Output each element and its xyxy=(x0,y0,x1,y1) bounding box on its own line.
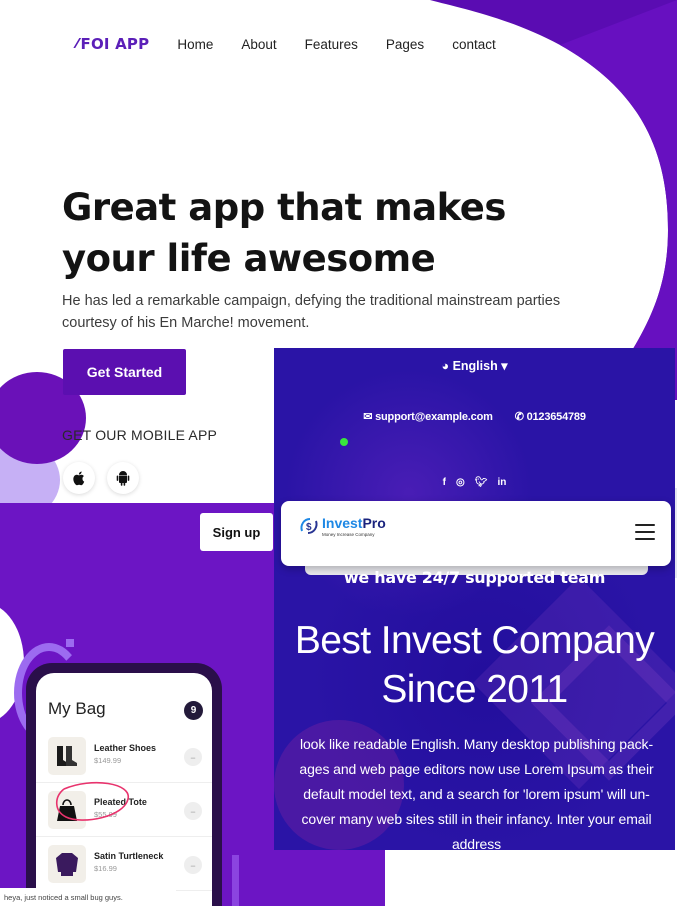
bag-count-badge: 9 xyxy=(184,701,203,720)
apple-store-button[interactable] xyxy=(63,462,95,494)
caret-down-icon: ▾ xyxy=(501,359,508,373)
svg-text:$: $ xyxy=(306,522,312,533)
hero-title: Great app that makes your life awesome xyxy=(62,186,506,280)
android-store-button[interactable] xyxy=(107,462,139,494)
email-text: support@example.com xyxy=(375,411,493,423)
item-name: Satin Turtleneck xyxy=(94,851,164,861)
pink-annotation-circle xyxy=(55,781,129,821)
remove-item-button[interactable]: – xyxy=(184,802,202,820)
nav-features[interactable]: Features xyxy=(305,37,358,52)
globe-icon: ◕ xyxy=(441,359,450,373)
remove-item-button[interactable]: – xyxy=(184,856,202,874)
investpro-logo[interactable]: $ InvestPro Money Increase Company xyxy=(298,515,386,537)
bag-title: My Bag xyxy=(48,699,106,718)
hero-title-line-2: Since 2011 xyxy=(381,668,568,711)
nav-contact[interactable]: contact xyxy=(452,37,496,52)
stripe-decoration xyxy=(232,855,239,906)
hamburger-menu-icon[interactable] xyxy=(635,524,655,540)
phone-link[interactable]: ✆ 0123654789 xyxy=(515,410,586,423)
brand-suffix: Pro xyxy=(362,515,386,531)
support-line: we have 24/7 supported team xyxy=(343,568,606,587)
hero-title-line-1: Best Invest Company xyxy=(294,619,655,662)
investpro-header: $ InvestPro Money Increase Company xyxy=(281,501,671,566)
bag-item[interactable]: Leather Shoes $149.99 – xyxy=(36,729,212,783)
envelope-icon: ✉ xyxy=(363,411,373,423)
nav-pages[interactable]: Pages xyxy=(386,37,424,52)
logo-text: FOI APP xyxy=(80,35,150,53)
social-links: f ◎ 🐦︎ in xyxy=(274,477,675,488)
slash-pattern-icon: ⁄⁄⁄ xyxy=(76,36,78,52)
sweater-icon xyxy=(48,845,86,883)
facebook-icon[interactable]: f xyxy=(443,477,446,488)
item-price: $16.99 xyxy=(94,864,117,873)
nav-about[interactable]: About xyxy=(241,37,276,52)
item-price: $149.99 xyxy=(94,756,122,765)
boots-icon xyxy=(48,737,86,775)
email-link[interactable]: ✉ support@example.com xyxy=(363,410,493,423)
hero-title: Best Invest Company Since 2011 xyxy=(274,616,675,714)
phone-icon: ✆ xyxy=(514,411,524,423)
apple-icon xyxy=(73,471,85,486)
mobile-app-label: GET OUR MOBILE APP xyxy=(62,427,218,443)
remove-item-button[interactable]: – xyxy=(184,748,202,766)
brand-prefix: Invest xyxy=(322,515,363,531)
hero-subtitle: He has led a remarkable campaign, defyin… xyxy=(62,293,561,331)
square-dot-decoration xyxy=(66,639,74,647)
brand-tagline: Money Increase Company xyxy=(322,532,375,537)
sign-up-button[interactable]: Sign up xyxy=(200,513,273,551)
bag-item[interactable]: Satin Turtleneck $16.99 – xyxy=(36,837,212,891)
investpro-brand: InvestPro xyxy=(322,515,386,531)
get-started-button[interactable]: Get Started xyxy=(63,349,186,395)
phone-text: 0123654789 xyxy=(526,411,586,423)
main-nav: ⁄⁄⁄ FOI APP Home About Features Pages co… xyxy=(76,34,524,54)
nav-home[interactable]: Home xyxy=(177,37,213,52)
language-label: English xyxy=(452,359,498,373)
item-name: Leather Shoes xyxy=(94,743,157,753)
hero-body-text: look like readable English. Many desktop… xyxy=(299,736,654,850)
linkedin-icon[interactable]: in xyxy=(497,477,506,488)
comment-text: heya, just noticed a small bug guys. xyxy=(0,888,176,906)
twitter-icon[interactable]: 🐦︎ xyxy=(475,477,488,488)
android-icon xyxy=(116,471,130,486)
green-dot-marker xyxy=(340,438,348,446)
instagram-icon[interactable]: ◎ xyxy=(456,477,465,488)
dollar-swirl-icon: $ xyxy=(300,518,318,534)
language-selector[interactable]: ◕ English ▾ xyxy=(274,358,675,373)
contact-row: ✉ support@example.com ✆ 0123654789 xyxy=(274,410,675,423)
investpro-mobile-panel: ◕ English ▾ ✉ support@example.com ✆ 0123… xyxy=(274,348,675,850)
foi-app-logo[interactable]: ⁄⁄⁄ FOI APP xyxy=(76,35,149,53)
